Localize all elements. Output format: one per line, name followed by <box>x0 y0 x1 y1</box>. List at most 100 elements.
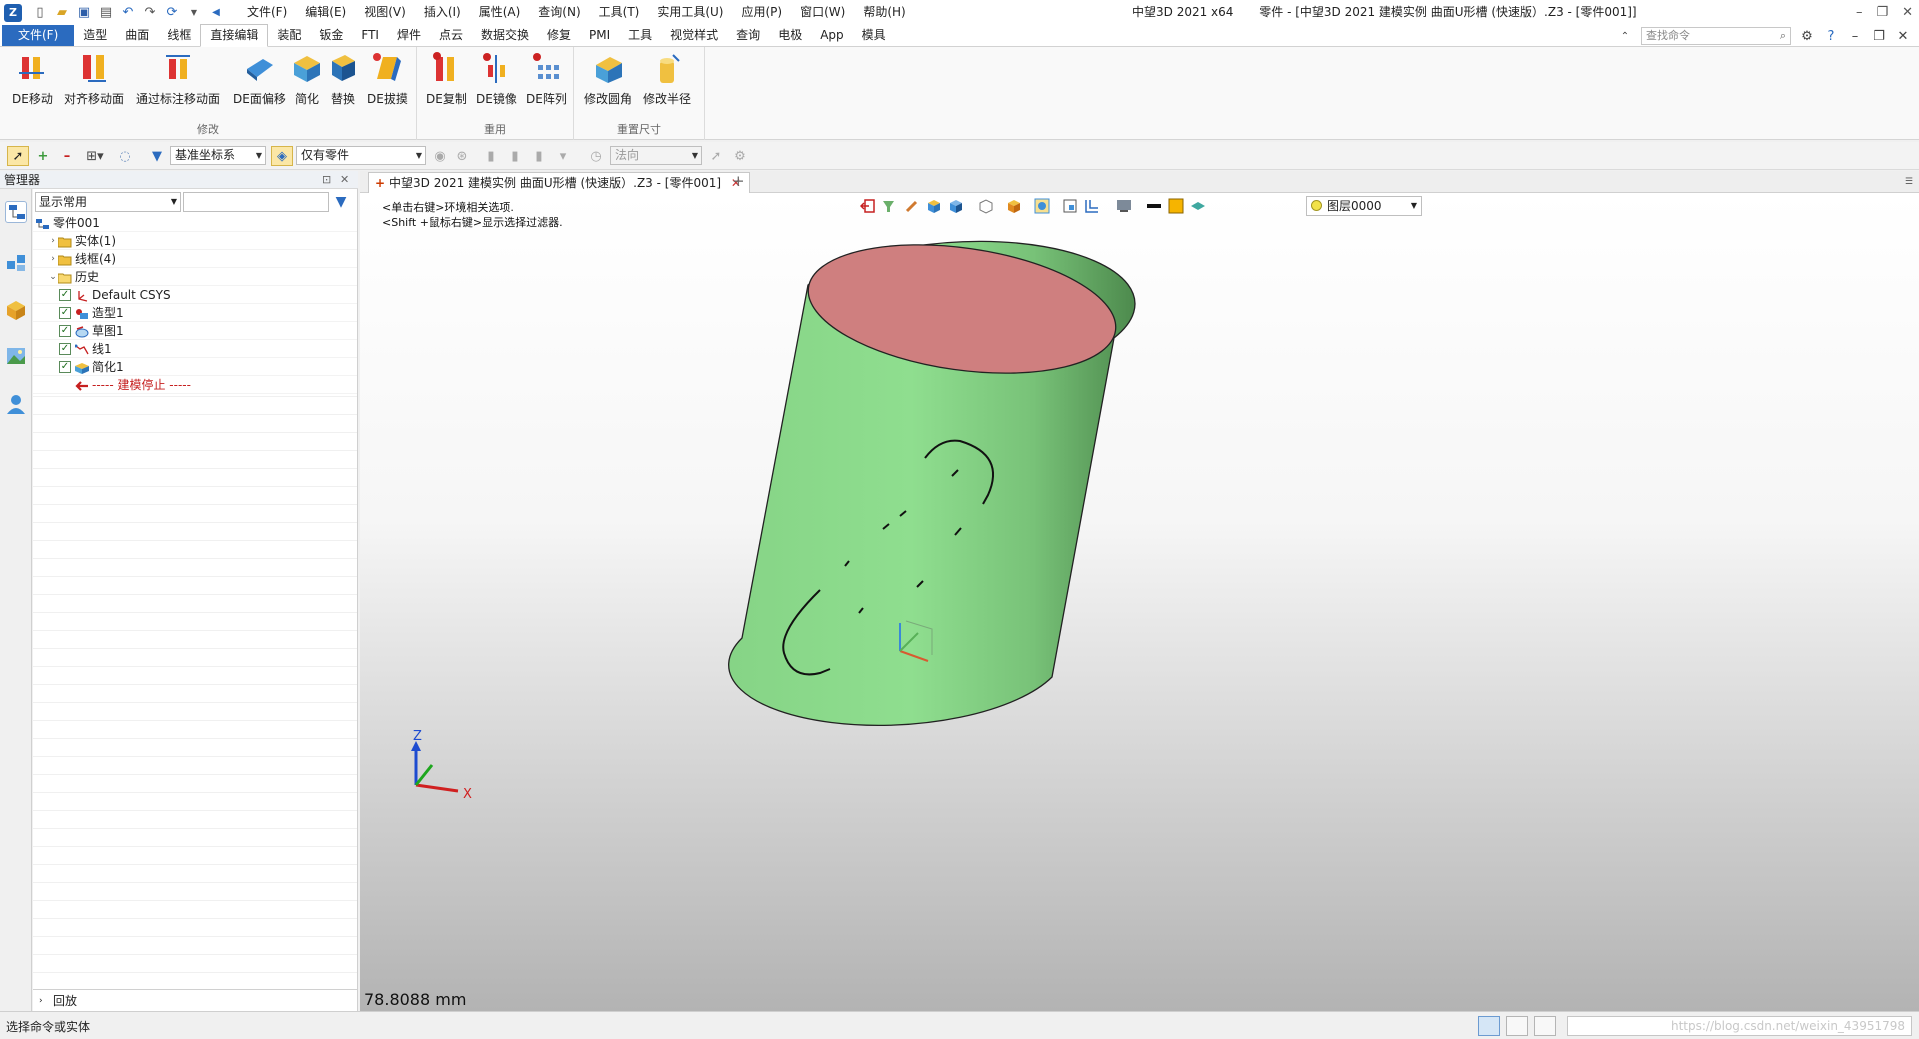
save-icon[interactable]: ▣ <box>76 5 92 21</box>
status-window-icon[interactable] <box>1534 1016 1556 1036</box>
restore-doc-icon[interactable]: ❐ <box>1871 28 1887 44</box>
remove-selection-icon[interactable]: – <box>58 146 76 166</box>
align-right-disabled-icon[interactable]: ▮ <box>532 146 546 166</box>
tab-list-menu-icon[interactable]: ☰ <box>1905 171 1913 193</box>
de-move-button[interactable]: DE移动 <box>12 51 53 107</box>
ribbon-tab-1[interactable]: 造型 <box>74 25 116 46</box>
minimize-doc-icon[interactable]: – <box>1847 28 1863 44</box>
menu-item-3[interactable]: 插入(I) <box>415 0 470 25</box>
visibility-checkbox[interactable]: ✓ <box>59 289 71 301</box>
csys-select[interactable]: 基准坐标系 ▼ <box>170 146 266 165</box>
cylinder-model[interactable]: Z X <box>360 193 1919 1011</box>
dropdown-icon[interactable]: ▼ <box>186 5 202 21</box>
de-copy-button[interactable]: DE复制 <box>426 51 467 107</box>
ribbon-tab-11[interactable]: 修复 <box>538 25 580 46</box>
ribbon-tab-3[interactable]: 线框 <box>158 25 200 46</box>
ribbon-tab-6[interactable]: 钣金 <box>310 25 352 46</box>
expand-node-icon[interactable]: › <box>48 232 58 250</box>
print-icon[interactable]: ▤ <box>98 5 114 21</box>
ribbon-tab-8[interactable]: 焊件 <box>388 25 430 46</box>
tree-search-input[interactable] <box>183 192 329 212</box>
ribbon-tab-7[interactable]: FTI <box>352 25 388 46</box>
rollback-bar[interactable]: › 回放 <box>33 989 357 1011</box>
restore-icon[interactable]: ❐ <box>1876 0 1888 25</box>
tree-row[interactable]: ✓ 简化1 <box>33 358 357 376</box>
visibility-checkbox[interactable]: ✓ <box>59 307 71 319</box>
menu-item-1[interactable]: 编辑(E) <box>296 0 355 25</box>
new-file-icon[interactable]: ▯ <box>32 5 48 21</box>
align-left-disabled-icon[interactable]: ▮ <box>484 146 498 166</box>
ribbon-tab-2[interactable]: 曲面 <box>116 25 158 46</box>
menu-item-9[interactable]: 窗口(W) <box>791 0 854 25</box>
menu-item-5[interactable]: 查询(N) <box>529 0 589 25</box>
settings-gear-icon[interactable]: ⚙ <box>1799 28 1815 44</box>
lasso-icon[interactable]: ◌ <box>116 146 134 166</box>
document-tab[interactable]: + 中望3D 2021 建模实例 曲面U形槽 (快速版）.Z3 - [零件001… <box>368 172 750 193</box>
close-icon[interactable]: ✕ <box>1902 0 1913 25</box>
tree-row[interactable]: ✓ 造型1 <box>33 304 357 322</box>
replace-button[interactable]: 替换 <box>327 51 359 107</box>
select-box-icon[interactable]: ⊞▾ <box>82 146 108 166</box>
pointer-disabled-icon[interactable]: ▾ <box>556 146 570 166</box>
tree-row[interactable]: ⌄ 历史 <box>33 268 357 286</box>
ribbon-tab-15[interactable]: 查询 <box>727 25 769 46</box>
cursor-disabled-icon[interactable]: ➚ <box>708 146 724 166</box>
ribbon-tab-4[interactable]: 直接编辑 <box>200 24 269 47</box>
pick-disabled-icon[interactable]: ◉ <box>432 146 448 166</box>
menu-item-6[interactable]: 工具(T) <box>590 0 649 25</box>
filter-funnel-icon[interactable]: ▼ <box>148 146 166 166</box>
ribbon-tab-16[interactable]: 电极 <box>769 25 811 46</box>
ribbon-tab-17[interactable]: App <box>811 25 852 46</box>
direction-select[interactable]: 法向 ▼ <box>610 146 702 165</box>
settings-disabled-icon[interactable]: ⚙ <box>732 146 748 166</box>
history-manager-icon[interactable] <box>5 201 27 223</box>
ribbon-tab-14[interactable]: 视觉样式 <box>661 25 727 46</box>
app-logo-icon[interactable]: Z <box>4 3 22 22</box>
collapse-ribbon-icon[interactable]: ⌃ <box>1617 28 1633 44</box>
part-filter-icon[interactable]: ◈ <box>271 146 293 166</box>
de-draft-button[interactable]: DE拔摸 <box>367 51 408 107</box>
ribbon-tab-10[interactable]: 数据交换 <box>472 25 538 46</box>
menu-item-7[interactable]: 实用工具(U) <box>648 0 732 25</box>
minimize-icon[interactable]: – <box>1856 0 1863 25</box>
collapse-node-icon[interactable]: ⌄ <box>48 268 58 286</box>
help-icon[interactable]: ? <box>1823 28 1839 44</box>
tree-row[interactable]: › 线框(4) <box>33 250 357 268</box>
align-move-face-button[interactable]: 对齐移动面 <box>64 51 124 107</box>
tree-row[interactable]: ✓ Default CSYS <box>33 286 357 304</box>
redo-icon[interactable]: ↷ <box>142 5 158 21</box>
open-folder-icon[interactable]: ▰ <box>54 5 70 21</box>
ribbon-tab-9[interactable]: 点云 <box>430 25 472 46</box>
expand-node-icon[interactable]: › <box>48 250 58 268</box>
ribbon-tab-18[interactable]: 模具 <box>853 25 895 46</box>
command-search-input[interactable]: 查找命令 ⌕ <box>1641 27 1791 45</box>
visibility-checkbox[interactable]: ✓ <box>59 361 71 373</box>
visual-manager-icon[interactable] <box>5 345 27 367</box>
assembly-manager-icon[interactable] <box>5 251 27 273</box>
status-input-field[interactable]: https://blog.csdn.net/weixin_43951798 <box>1567 1016 1912 1036</box>
tree-row[interactable]: ✓ 线1 <box>33 340 357 358</box>
undo-icon[interactable]: ↶ <box>120 5 136 21</box>
tree-row[interactable]: ----- 建模停止 ----- <box>33 376 357 394</box>
de-pattern-button[interactable]: DE阵列 <box>526 51 567 107</box>
ribbon-tab-5[interactable]: 装配 <box>268 25 310 46</box>
3d-viewport[interactable]: <单击右键>环境相关选项. <Shift +鼠标右键>显示选择过滤器. 图层00… <box>360 193 1919 1011</box>
pin-panel-icon[interactable]: ⊡ <box>322 171 331 189</box>
de-mirror-button[interactable]: DE镜像 <box>476 51 517 107</box>
add-selection-icon[interactable]: + <box>34 146 52 166</box>
rotate-disabled-icon[interactable]: ⊛ <box>454 146 470 166</box>
ribbon-tab-13[interactable]: 工具 <box>619 25 661 46</box>
de-face-offset-button[interactable]: DE面偏移 <box>233 51 286 107</box>
modify-fillet-button[interactable]: 修改圆角 <box>584 51 632 107</box>
tree-filter-icon[interactable]: ▼ <box>331 192 351 212</box>
parts-library-icon[interactable] <box>5 299 27 321</box>
align-center-disabled-icon[interactable]: ▮ <box>508 146 522 166</box>
status-monitor-icon[interactable] <box>1506 1016 1528 1036</box>
display-filter-select[interactable]: 显示常用 ▼ <box>35 192 181 212</box>
menu-item-2[interactable]: 视图(V) <box>355 0 415 25</box>
menu-item-4[interactable]: 属性(A) <box>470 0 530 25</box>
file-menu-tab[interactable]: 文件(F) <box>2 25 75 46</box>
tree-row[interactable]: 零件001 <box>33 214 357 232</box>
new-tab-icon[interactable]: + <box>732 171 745 191</box>
search-icon[interactable]: ⌕ <box>1780 28 1786 44</box>
